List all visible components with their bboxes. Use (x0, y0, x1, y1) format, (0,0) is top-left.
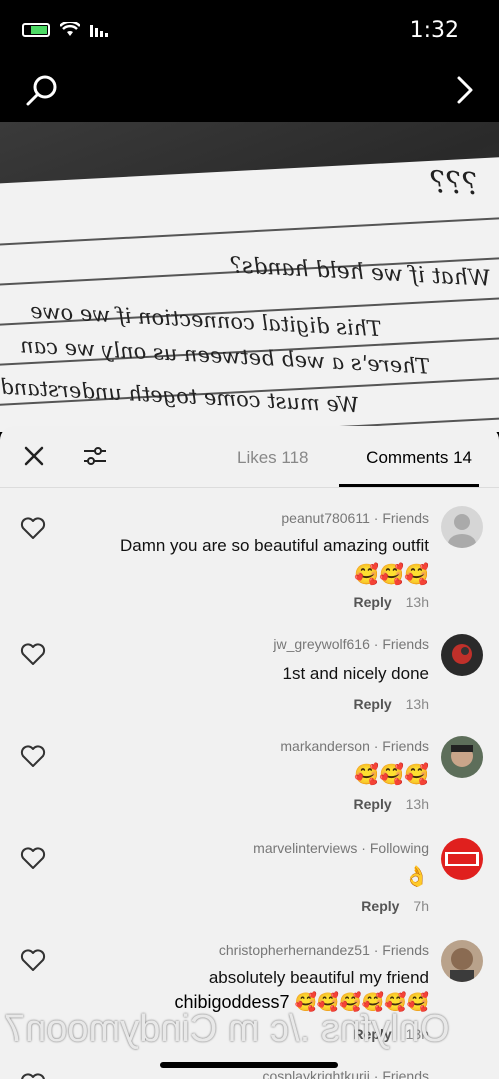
heart-icon[interactable] (20, 1072, 46, 1079)
comment-username[interactable]: marvelinterviews · Following (253, 840, 429, 856)
heart-icon[interactable] (20, 642, 46, 666)
comment-text: 1st and nicely done (282, 664, 430, 683)
avatar[interactable] (441, 940, 483, 982)
status-bar: 1:32 (0, 0, 499, 60)
comment-emoji: 👌 (404, 866, 429, 888)
handwriting-line: ??? (429, 164, 480, 203)
comment-username[interactable]: christopherhernandez51 · Friends (219, 942, 429, 958)
avatar[interactable] (441, 634, 483, 676)
avatar[interactable] (441, 838, 483, 880)
comments-sheet: Likes 118 Comments 14 peanut780611 · Fri… (0, 426, 499, 1079)
comment-time: 13h (405, 796, 429, 812)
heart-icon[interactable] (20, 846, 46, 870)
avatar[interactable] (441, 506, 483, 548)
wifi-icon (60, 22, 80, 36)
reply-button[interactable]: Reply (354, 594, 392, 610)
reply-button[interactable]: Reply (361, 898, 399, 914)
home-indicator[interactable] (160, 1062, 338, 1068)
comment-meta: Reply 13h (354, 796, 429, 812)
comment-meta: Reply 13h (354, 594, 429, 610)
sheet-header: Likes 118 Comments 14 (0, 426, 499, 488)
search-icon[interactable] (24, 72, 60, 108)
comment-username[interactable]: markanderson · Friends (280, 738, 429, 754)
heart-icon[interactable] (20, 744, 46, 768)
heart-icon[interactable] (20, 516, 46, 540)
status-time: 1:32 (409, 18, 459, 43)
signal-icon (90, 25, 108, 37)
comment-username[interactable]: jw_greywolf616 · Friends (273, 636, 429, 652)
comment-time: 13h (405, 696, 429, 712)
chevron-right-icon[interactable] (451, 72, 479, 108)
comment-emoji: 🥰🥰🥰 (354, 564, 429, 586)
filter-icon[interactable] (82, 444, 108, 468)
comment-text: absolutely beautiful my friend (208, 968, 429, 987)
battery-icon (22, 23, 50, 37)
reply-button[interactable]: Reply (354, 796, 392, 812)
status-icons (22, 22, 110, 38)
close-icon[interactable] (22, 444, 46, 468)
comment-time: 7h (413, 898, 429, 914)
tab-comments[interactable]: Comments 14 (366, 448, 472, 468)
heart-icon[interactable] (20, 948, 46, 972)
comment-username[interactable]: cosplaykrightkurij · Friends (263, 1068, 430, 1079)
overlay-text: Onlyfns ./c m Cindymoon7 (4, 1008, 450, 1050)
avatar[interactable] (441, 736, 483, 778)
comment-emoji: 🥰🥰🥰 (354, 764, 429, 786)
reply-button[interactable]: Reply (354, 696, 392, 712)
comment-text: Damn you are so beautiful amazing outfit (119, 536, 429, 555)
post-photo[interactable]: ??? What if we held hands? This digital … (0, 122, 499, 432)
top-nav (0, 60, 499, 122)
tab-underline (339, 484, 479, 487)
comment-meta: Reply 13h (354, 696, 429, 712)
comment-meta: Reply 7h (361, 898, 429, 914)
tab-likes[interactable]: Likes 118 (237, 448, 309, 468)
comment-username[interactable]: peanut780611 · Friends (281, 510, 429, 526)
comment-time: 13h (405, 594, 429, 610)
